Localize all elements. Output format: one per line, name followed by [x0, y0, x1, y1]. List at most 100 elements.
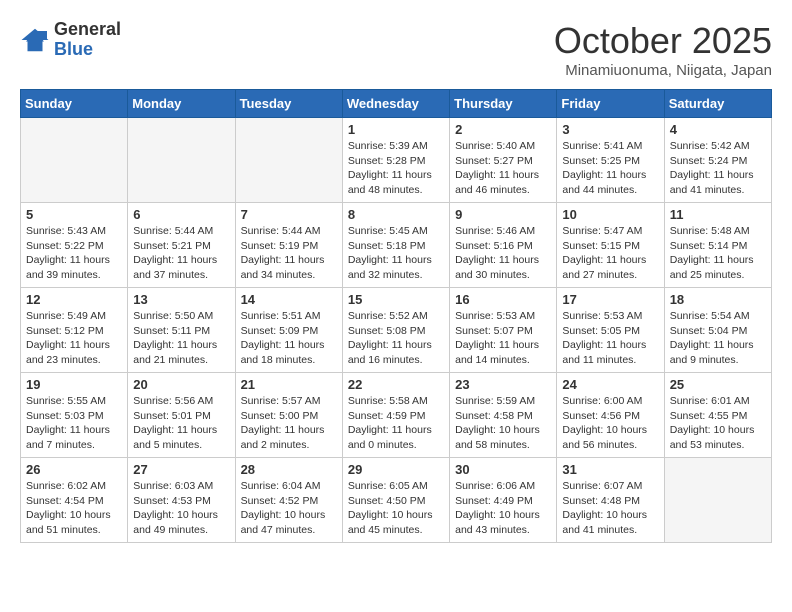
day-number: 20: [133, 377, 229, 392]
calendar-cell: 9 Sunrise: 5:46 AM Sunset: 5:16 PM Daylig…: [450, 203, 557, 288]
calendar-cell: 8Sunrise: 5:45 AM Sunset: 5:18 PM Daylig…: [342, 203, 449, 288]
month-title: October 2025: [554, 20, 772, 62]
calendar-cell: 2Sunrise: 5:40 AM Sunset: 5:27 PM Daylig…: [450, 118, 557, 203]
day-number: 13: [133, 292, 229, 307]
day-number: 16: [455, 292, 551, 307]
day-number: 7: [241, 207, 337, 222]
day-info: Sunrise: 5:57 AM Sunset: 5:00 PM Dayligh…: [241, 394, 337, 453]
day-info: Sunrise: 5:50 AM Sunset: 5:11 PM Dayligh…: [133, 309, 229, 368]
calendar-cell: [235, 118, 342, 203]
calendar-cell: 6Sunrise: 5:44 AM Sunset: 5:21 PM Daylig…: [128, 203, 235, 288]
day-info: Sunrise: 5:44 AM Sunset: 5:21 PM Dayligh…: [133, 224, 229, 283]
day-number: 25: [670, 377, 766, 392]
calendar-cell: 31 Sunrise: 6:07 AM Sunset: 4:48 PM Dayli…: [557, 458, 664, 543]
calendar-cell: 30Sunrise: 6:06 AM Sunset: 4:49 PM Dayli…: [450, 458, 557, 543]
calendar-cell: 21 Sunrise: 5:57 AM Sunset: 5:00 PM Dayli…: [235, 373, 342, 458]
calendar-cell: 20 Sunrise: 5:56 AM Sunset: 5:01 PM Dayli…: [128, 373, 235, 458]
day-info: Sunrise: 5:49 AM Sunset: 5:12 PM Dayligh…: [26, 309, 122, 368]
day-info: Sunrise: 6:00 AM Sunset: 4:56 PM Dayligh…: [562, 394, 658, 453]
day-info: Sunrise: 5:52 AM Sunset: 5:08 PM Dayligh…: [348, 309, 444, 368]
location: Minamiuonuma, Niigata, Japan: [554, 62, 772, 79]
day-number: 3: [562, 122, 658, 137]
calendar-cell: 11 Sunrise: 5:48 AM Sunset: 5:14 PM Dayli…: [664, 203, 771, 288]
day-number: 24: [562, 377, 658, 392]
day-info: Sunrise: 5:55 AM Sunset: 5:03 PM Dayligh…: [26, 394, 122, 453]
day-info: Sunrise: 5:58 AM Sunset: 4:59 PM Dayligh…: [348, 394, 444, 453]
day-number: 1: [348, 122, 444, 137]
day-info: Sunrise: 5:54 AM Sunset: 5:04 PM Dayligh…: [670, 309, 766, 368]
column-header-wednesday: Wednesday: [342, 90, 449, 118]
column-header-tuesday: Tuesday: [235, 90, 342, 118]
calendar-cell: 3 Sunrise: 5:41 AM Sunset: 5:25 PM Daylig…: [557, 118, 664, 203]
column-header-friday: Friday: [557, 90, 664, 118]
day-number: 29: [348, 462, 444, 477]
calendar-table: SundayMondayTuesdayWednesdayThursdayFrid…: [20, 89, 772, 543]
day-info: Sunrise: 5:43 AM Sunset: 5:22 PM Dayligh…: [26, 224, 122, 283]
day-number: 14: [241, 292, 337, 307]
calendar-cell: 17 Sunrise: 5:53 AM Sunset: 5:05 PM Dayli…: [557, 288, 664, 373]
calendar-cell: 14Sunrise: 5:51 AM Sunset: 5:09 PM Dayli…: [235, 288, 342, 373]
logo-blue: Blue: [54, 40, 121, 60]
logo-text: General Blue: [54, 20, 121, 60]
calendar-cell: 13 Sunrise: 5:50 AM Sunset: 5:11 PM Dayli…: [128, 288, 235, 373]
day-number: 30: [455, 462, 551, 477]
calendar-cell: 7 Sunrise: 5:44 AM Sunset: 5:19 PM Daylig…: [235, 203, 342, 288]
calendar-cell: 25 Sunrise: 6:01 AM Sunset: 4:55 PM Dayli…: [664, 373, 771, 458]
calendar-cell: 28 Sunrise: 6:04 AM Sunset: 4:52 PM Dayli…: [235, 458, 342, 543]
calendar-cell: 26 Sunrise: 6:02 AM Sunset: 4:54 PM Dayli…: [21, 458, 128, 543]
day-number: 12: [26, 292, 122, 307]
day-info: Sunrise: 5:53 AM Sunset: 5:05 PM Dayligh…: [562, 309, 658, 368]
calendar-cell: 1 Sunrise: 5:39 AM Sunset: 5:28 PM Daylig…: [342, 118, 449, 203]
day-info: Sunrise: 5:45 AM Sunset: 5:18 PM Dayligh…: [348, 224, 444, 283]
column-header-saturday: Saturday: [664, 90, 771, 118]
day-number: 15: [348, 292, 444, 307]
day-number: 26: [26, 462, 122, 477]
day-info: Sunrise: 5:46 AM Sunset: 5:16 PM Dayligh…: [455, 224, 551, 283]
day-info: Sunrise: 5:47 AM Sunset: 5:15 PM Dayligh…: [562, 224, 658, 283]
day-number: 5: [26, 207, 122, 222]
calendar-cell: 22 Sunrise: 5:58 AM Sunset: 4:59 PM Dayli…: [342, 373, 449, 458]
calendar-cell: 23 Sunrise: 5:59 AM Sunset: 4:58 PM Dayli…: [450, 373, 557, 458]
week-row-4: 19Sunrise: 5:55 AM Sunset: 5:03 PM Dayli…: [21, 373, 772, 458]
calendar-cell: 24 Sunrise: 6:00 AM Sunset: 4:56 PM Dayli…: [557, 373, 664, 458]
day-number: 31: [562, 462, 658, 477]
day-number: 27: [133, 462, 229, 477]
day-number: 23: [455, 377, 551, 392]
column-header-sunday: Sunday: [21, 90, 128, 118]
day-number: 18: [670, 292, 766, 307]
week-row-2: 5 Sunrise: 5:43 AM Sunset: 5:22 PM Daylig…: [21, 203, 772, 288]
day-number: 11: [670, 207, 766, 222]
title-section: October 2025 Minamiuonuma, Niigata, Japa…: [554, 20, 772, 79]
logo: General Blue: [20, 20, 121, 60]
day-number: 9: [455, 207, 551, 222]
calendar-cell: 16Sunrise: 5:53 AM Sunset: 5:07 PM Dayli…: [450, 288, 557, 373]
day-number: 28: [241, 462, 337, 477]
calendar-cell: [128, 118, 235, 203]
day-info: Sunrise: 5:41 AM Sunset: 5:25 PM Dayligh…: [562, 139, 658, 198]
day-info: Sunrise: 6:04 AM Sunset: 4:52 PM Dayligh…: [241, 479, 337, 538]
day-info: Sunrise: 5:44 AM Sunset: 5:19 PM Dayligh…: [241, 224, 337, 283]
day-info: Sunrise: 5:56 AM Sunset: 5:01 PM Dayligh…: [133, 394, 229, 453]
day-number: 17: [562, 292, 658, 307]
calendar-cell: 29Sunrise: 6:05 AM Sunset: 4:50 PM Dayli…: [342, 458, 449, 543]
day-info: Sunrise: 5:48 AM Sunset: 5:14 PM Dayligh…: [670, 224, 766, 283]
day-info: Sunrise: 6:01 AM Sunset: 4:55 PM Dayligh…: [670, 394, 766, 453]
calendar-cell: 27 Sunrise: 6:03 AM Sunset: 4:53 PM Dayli…: [128, 458, 235, 543]
day-number: 10: [562, 207, 658, 222]
week-row-3: 12 Sunrise: 5:49 AM Sunset: 5:12 PM Dayli…: [21, 288, 772, 373]
day-info: Sunrise: 6:03 AM Sunset: 4:53 PM Dayligh…: [133, 479, 229, 538]
week-row-1: 1 Sunrise: 5:39 AM Sunset: 5:28 PM Daylig…: [21, 118, 772, 203]
calendar-cell: 15 Sunrise: 5:52 AM Sunset: 5:08 PM Dayli…: [342, 288, 449, 373]
day-info: Sunrise: 6:02 AM Sunset: 4:54 PM Dayligh…: [26, 479, 122, 538]
day-info: Sunrise: 5:39 AM Sunset: 5:28 PM Dayligh…: [348, 139, 444, 198]
logo-icon: [20, 25, 50, 55]
calendar-cell: 12 Sunrise: 5:49 AM Sunset: 5:12 PM Dayli…: [21, 288, 128, 373]
day-info: Sunrise: 5:59 AM Sunset: 4:58 PM Dayligh…: [455, 394, 551, 453]
calendar-cell: 4Sunrise: 5:42 AM Sunset: 5:24 PM Daylig…: [664, 118, 771, 203]
day-number: 4: [670, 122, 766, 137]
day-info: Sunrise: 5:40 AM Sunset: 5:27 PM Dayligh…: [455, 139, 551, 198]
day-info: Sunrise: 6:07 AM Sunset: 4:48 PM Dayligh…: [562, 479, 658, 538]
day-number: 22: [348, 377, 444, 392]
calendar-header-row: SundayMondayTuesdayWednesdayThursdayFrid…: [21, 90, 772, 118]
day-number: 21: [241, 377, 337, 392]
